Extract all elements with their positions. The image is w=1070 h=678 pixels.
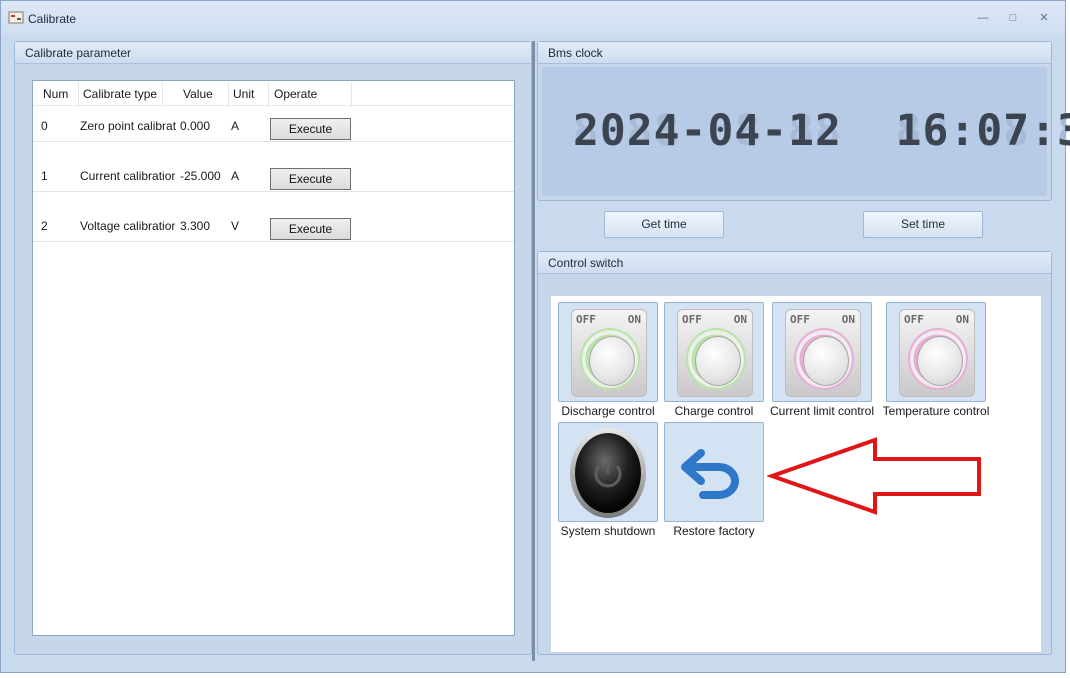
knob-switch-icon: OFF ON: [785, 309, 861, 397]
cell-type: Zero point calibrat: [80, 119, 177, 133]
current-limit-control-toggle[interactable]: OFF ON: [772, 302, 872, 402]
set-time-button[interactable]: Set time: [863, 211, 983, 238]
minimize-icon[interactable]: —: [974, 11, 992, 25]
clock-display: 8888-88-88 88:88:88 2024-04-12 16:07:39: [542, 67, 1070, 196]
system-shutdown-button[interactable]: [558, 422, 658, 522]
title-bar: Calibrate — □ ✕: [1, 1, 1065, 35]
table-header: Num Calibrate type Value Unit Operate: [39, 82, 514, 107]
cell-num: 0: [41, 119, 48, 133]
knob-switch-icon: OFF ON: [899, 309, 975, 397]
control-switch-title: Control switch: [538, 252, 1051, 274]
calibrate-window: Calibrate — □ ✕ Calibrate parameter Num …: [0, 0, 1070, 673]
temperature-control-label: Temperature control: [882, 404, 990, 418]
app-icon: [8, 11, 24, 24]
restore-factory-label: Restore factory: [673, 524, 755, 538]
table-row[interactable]: 0 Zero point calibrat 0.000 A Execute: [33, 105, 514, 142]
off-label: OFF: [904, 313, 924, 326]
panel-splitter[interactable]: [532, 41, 535, 661]
discharge-control-label: Discharge control: [561, 404, 655, 418]
column-header-num[interactable]: Num: [39, 82, 79, 107]
restore-factory-button[interactable]: [664, 422, 764, 522]
cell-num: 2: [41, 219, 48, 233]
knob-ring: [686, 328, 746, 390]
execute-button[interactable]: Execute: [270, 168, 351, 190]
cell-type: Voltage calibratior: [80, 219, 176, 233]
column-header-type[interactable]: Calibrate type: [79, 82, 163, 107]
off-label: OFF: [576, 313, 596, 326]
table-row[interactable]: 1 Current calibratior -25.000 A Execute: [33, 155, 514, 192]
cell-value: -25.000: [180, 169, 221, 183]
knob-ring: [908, 328, 968, 390]
column-header-value[interactable]: Value: [179, 82, 229, 107]
cell-value: 3.300: [180, 219, 211, 233]
knob-switch-icon: OFF ON: [677, 309, 753, 397]
charge-control-toggle[interactable]: OFF ON: [664, 302, 764, 402]
bms-clock-group: Bms clock 8888-88-88 88:88:88 2024-04-12…: [537, 41, 1070, 201]
execute-button[interactable]: Execute: [270, 118, 351, 140]
cell-unit: A: [231, 169, 240, 183]
off-label: OFF: [790, 313, 810, 326]
knob-switch-icon: OFF ON: [571, 309, 647, 397]
knob-ring: [580, 328, 640, 390]
cell-value: 0.000: [180, 119, 211, 133]
execute-button[interactable]: Execute: [270, 218, 351, 240]
power-icon: [570, 428, 646, 518]
cell-type: Current calibratior: [80, 169, 176, 183]
cell-unit: V: [231, 219, 240, 233]
calibrate-table: Num Calibrate type Value Unit Operate 0 …: [32, 80, 515, 636]
maximize-icon[interactable]: □: [1004, 11, 1022, 25]
column-header-operate[interactable]: Operate: [270, 82, 352, 107]
system-shutdown-label: System shutdown: [560, 524, 656, 538]
clock-datetime: 2024-04-12 16:07:39: [573, 106, 1070, 156]
window-title: Calibrate: [28, 12, 77, 26]
table-row[interactable]: 2 Voltage calibratior 3.300 V Execute: [33, 205, 514, 242]
on-label: ON: [627, 313, 641, 326]
off-label: OFF: [682, 313, 702, 326]
knob-ring: [794, 328, 854, 390]
get-time-button[interactable]: Get time: [604, 211, 724, 238]
cell-num: 1: [41, 169, 48, 183]
charge-control-label: Charge control: [674, 404, 754, 418]
on-label: ON: [841, 313, 855, 326]
bms-clock-title: Bms clock: [538, 42, 1051, 64]
cell-unit: A: [231, 119, 240, 133]
red-pointer-arrow-icon: [767, 437, 981, 515]
column-header-unit[interactable]: Unit: [229, 82, 269, 107]
calibrate-group-title: Calibrate parameter: [15, 42, 531, 64]
on-label: ON: [733, 313, 747, 326]
current-limit-control-label: Current limit control: [769, 404, 875, 418]
undo-arrow-icon: [681, 449, 739, 499]
close-icon[interactable]: ✕: [1035, 11, 1053, 25]
discharge-control-toggle[interactable]: OFF ON: [558, 302, 658, 402]
on-label: ON: [955, 313, 969, 326]
temperature-control-toggle[interactable]: OFF ON: [886, 302, 986, 402]
